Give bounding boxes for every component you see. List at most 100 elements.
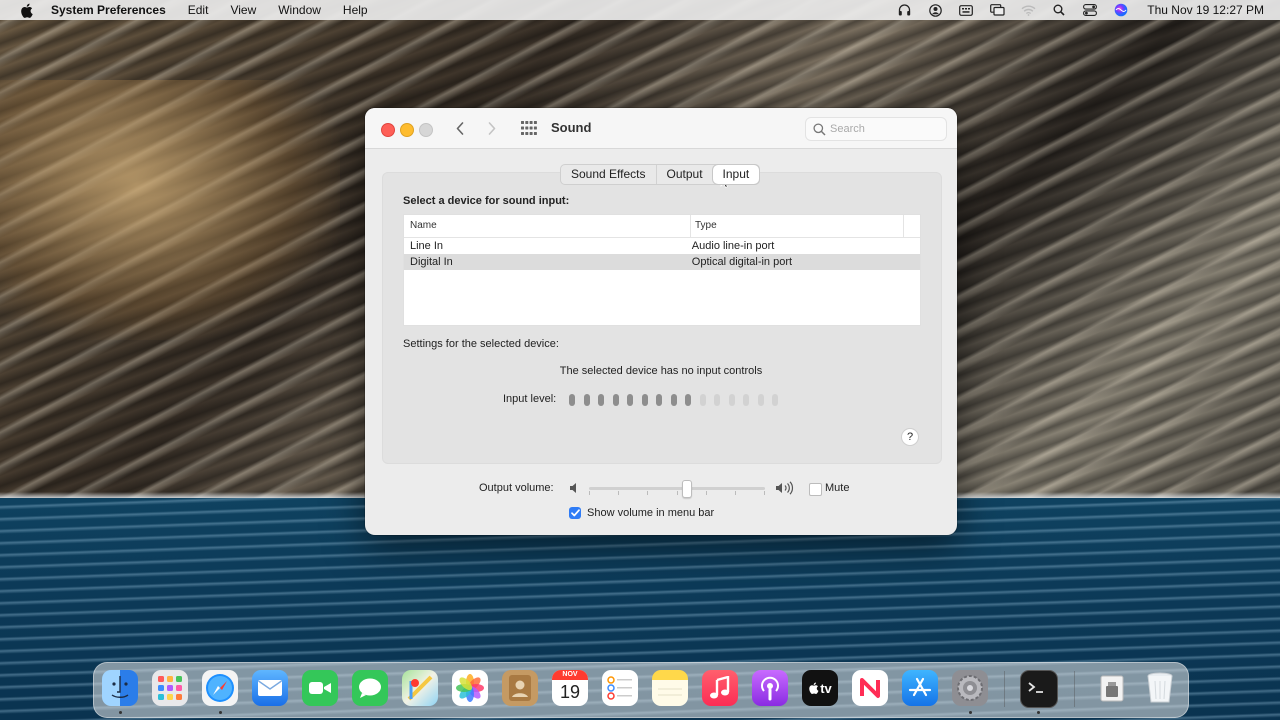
keyboard-icon[interactable] [958,3,974,17]
input-level-segment [743,394,749,406]
mute-label[interactable]: Mute [825,482,849,494]
input-level-segment [583,394,590,406]
slider-tick [589,491,590,495]
show-volume-checkbox[interactable] [569,507,581,519]
downloads-folder-icon[interactable] [1094,670,1130,706]
show-volume-label[interactable]: Show volume in menu bar [587,507,714,519]
apple-menu-icon[interactable] [18,2,34,18]
table-row[interactable]: Line In Audio line-in port [404,238,920,254]
system-preferences-icon[interactable] [952,670,988,706]
speaker-low-icon [569,482,581,494]
search-field[interactable] [805,117,947,141]
input-level-segment [699,394,706,406]
tab-input[interactable]: Input [712,165,760,184]
output-volume-slider[interactable] [589,480,765,498]
slider-tick [618,491,619,495]
screen-mirroring-icon[interactable] [989,3,1005,17]
apple-tv-icon[interactable]: tv [802,670,838,706]
mail-icon[interactable] [252,670,288,706]
reminders-icon[interactable] [602,670,638,706]
input-level-segment [598,394,604,406]
input-level-segment [641,394,648,406]
column-header-name[interactable]: Name [404,215,691,237]
input-device-table[interactable]: Name Type Line In Audio line-in port Dig… [403,214,921,326]
news-icon[interactable] [852,670,888,706]
no-controls-message: The selected device has no input control… [559,365,763,377]
search-icon[interactable] [1051,3,1067,17]
speaker-high-icon [775,481,797,495]
show-all-grid-icon[interactable] [521,121,537,135]
trash-icon[interactable] [1142,670,1178,706]
menu-edit[interactable]: Edit [188,3,209,17]
slider-ticks [589,491,765,495]
app-store-icon[interactable] [902,670,938,706]
menu-view[interactable]: View [230,3,256,17]
input-level-segment [728,394,735,406]
messages-icon[interactable] [352,670,388,706]
photos-icon[interactable] [452,670,488,706]
launchpad-icon[interactable] [152,670,188,706]
menu-bar-clock[interactable]: Thu Nov 19 12:27 PM [1147,3,1264,17]
music-icon[interactable] [702,670,738,706]
device-type-cell: Audio line-in port [691,240,775,252]
dock: NOV 19 tv [93,662,1189,718]
dock-divider [1074,671,1075,707]
input-level-segment [685,394,691,406]
device-name-cell: Digital In [410,256,453,268]
settings-label: Settings for the selected device: [403,338,559,350]
help-button[interactable]: ? [901,428,919,446]
menu-bar: System Preferences Edit View Window Help… [0,0,1280,20]
checkmark-icon [570,509,580,517]
control-center-icon[interactable] [1082,3,1098,17]
slider-tick [764,491,765,495]
finder-icon[interactable] [102,670,138,706]
headphones-icon[interactable] [896,3,912,17]
facetime-icon[interactable] [302,670,338,706]
terminal-icon[interactable] [1020,670,1058,708]
column-header-type[interactable]: Type [691,215,904,237]
siri-icon[interactable] [1113,3,1129,17]
running-indicator [1037,711,1040,714]
podcasts-icon[interactable] [752,670,788,706]
mute-checkbox[interactable] [809,483,822,496]
user-icon[interactable] [927,3,943,17]
maps-icon[interactable] [402,670,438,706]
slider-knob[interactable] [682,480,692,498]
output-volume-label: Output volume: [479,482,554,494]
input-level-segment [670,394,677,406]
slider-tick [735,491,736,495]
tab-sound-effects[interactable]: Sound Effects [561,165,657,184]
contacts-icon[interactable] [502,670,538,706]
zoom-button[interactable] [419,123,433,137]
slider-track [589,487,765,490]
minimize-button[interactable] [400,123,414,137]
sound-preferences-window: Sound Sound Effects Output Input Select … [365,108,957,535]
calendar-day: 19 [559,682,581,702]
menu-app-name[interactable]: System Preferences [51,3,166,17]
close-button[interactable] [381,123,395,137]
wallpaper-cliff-highlight [0,80,340,340]
slider-tick [677,491,678,495]
apple-tv-label: tv [820,680,832,696]
wifi-icon[interactable] [1020,3,1036,17]
input-level-segment [569,394,575,406]
menu-help[interactable]: Help [343,3,368,17]
menu-bar-status-area: Thu Nov 19 12:27 PM [881,0,1264,20]
running-indicator [119,711,122,714]
input-level-meter [569,394,778,406]
input-level-segment [757,394,764,406]
forward-button[interactable] [484,120,500,136]
search-input[interactable] [830,123,930,135]
back-button[interactable] [452,120,468,136]
window-title: Sound [551,120,592,135]
input-level-segment [714,394,720,406]
table-row-selected[interactable]: Digital In Optical digital-in port [404,254,920,270]
running-indicator [219,711,222,714]
slider-tick [706,491,707,495]
tab-output[interactable]: Output [657,165,713,184]
notes-icon[interactable] [652,670,688,706]
menu-window[interactable]: Window [278,3,321,17]
calendar-icon[interactable]: NOV 19 [552,670,588,706]
safari-icon[interactable] [202,670,238,706]
device-list-heading: Select a device for sound input: [403,195,570,207]
